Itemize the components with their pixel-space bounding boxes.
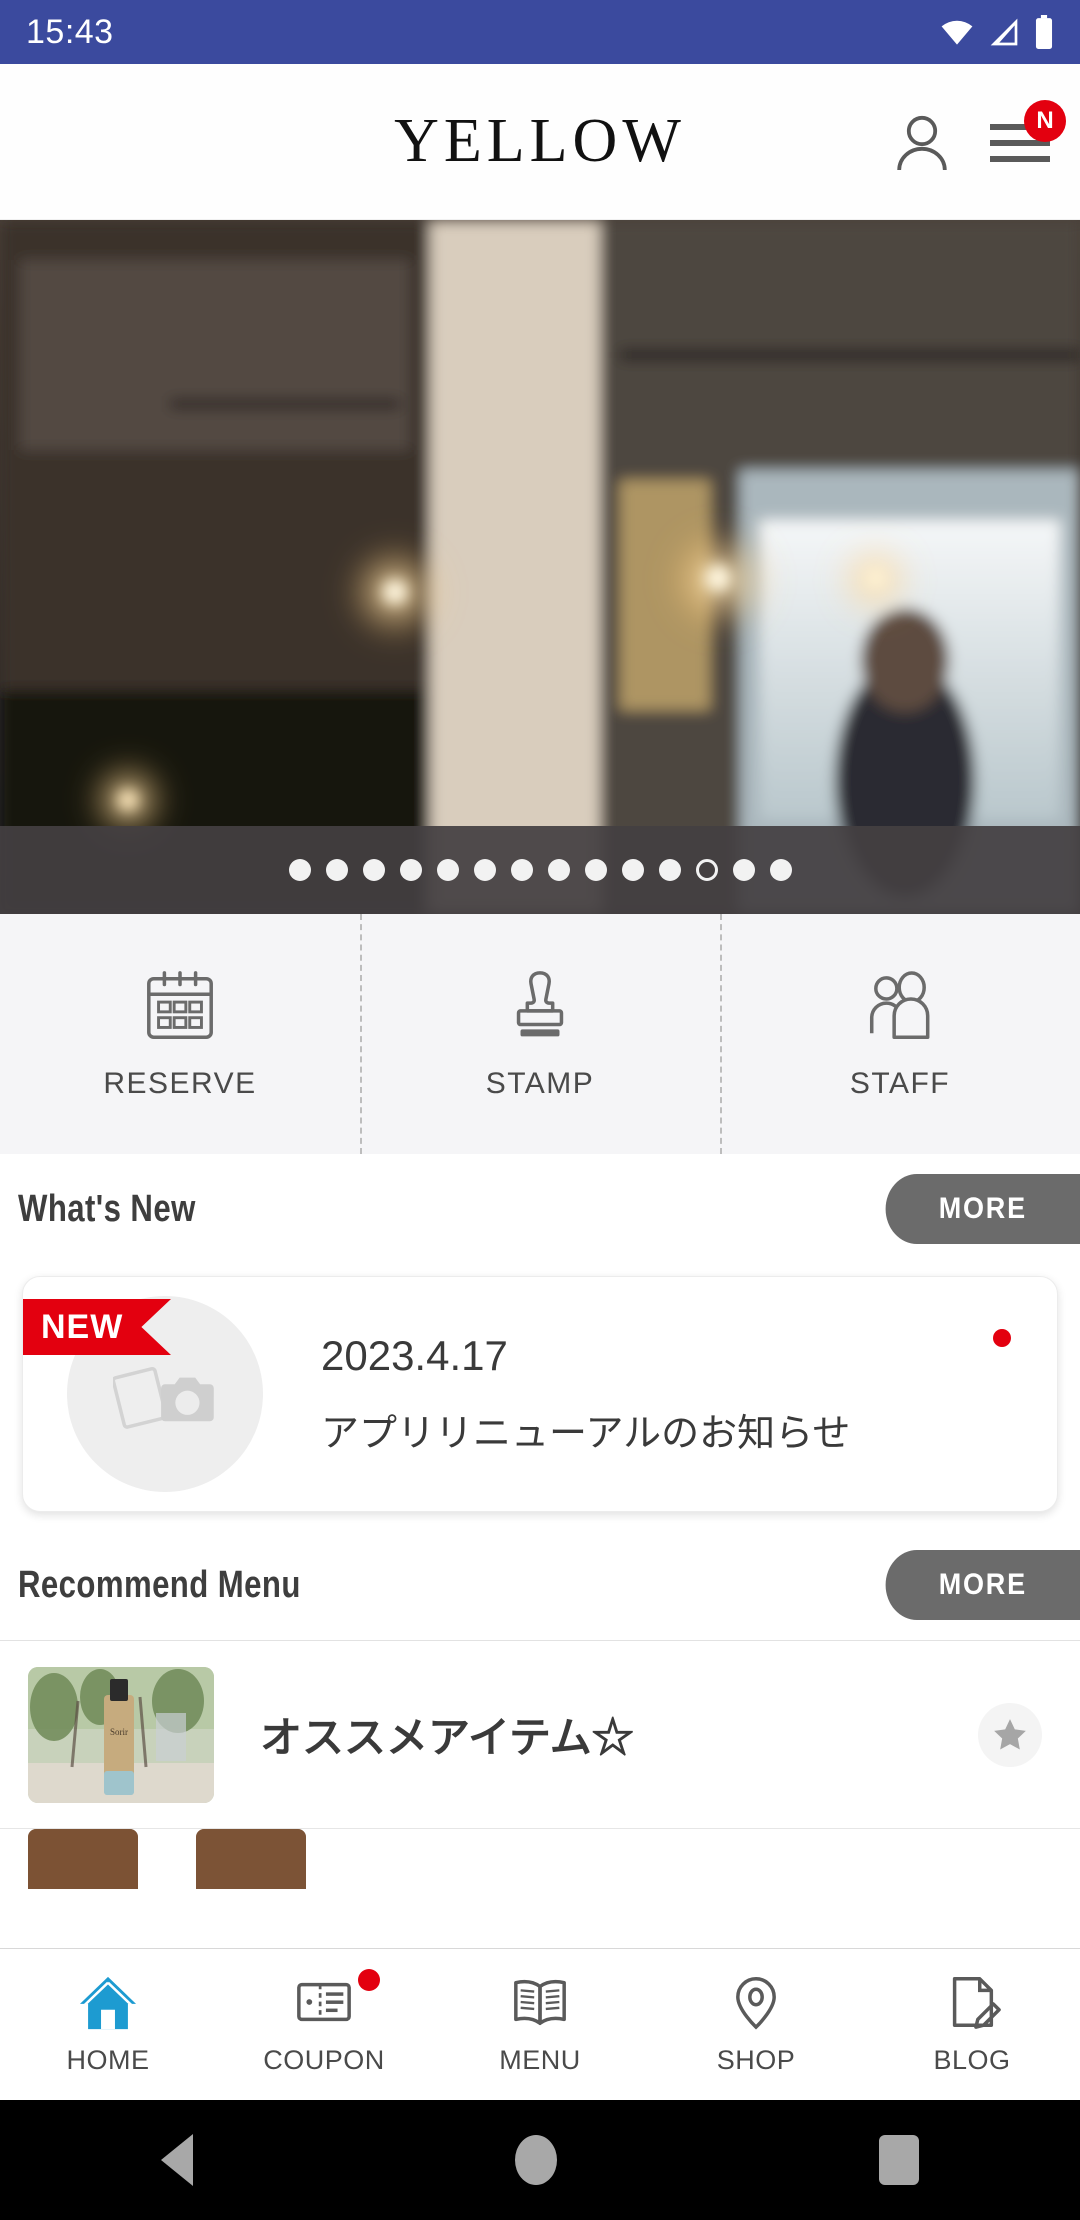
whats-new-header: What's New MORE bbox=[0, 1154, 1080, 1264]
carousel-dot[interactable] bbox=[399, 859, 422, 881]
carousel-dot[interactable] bbox=[436, 859, 459, 881]
nav-label: BLOG bbox=[933, 2045, 1011, 2075]
carousel-dot[interactable] bbox=[362, 859, 385, 881]
header-actions: N bbox=[894, 99, 1066, 172]
recents-square-icon[interactable] bbox=[879, 2135, 919, 2185]
carousel-dot[interactable] bbox=[732, 859, 755, 881]
nav-label: COUPON bbox=[263, 2045, 385, 2075]
hair-style-photo bbox=[196, 1829, 306, 1889]
carousel-indicator[interactable] bbox=[0, 826, 1080, 914]
person-icon bbox=[897, 115, 947, 170]
svg-text:Sorir: Sorir bbox=[110, 1727, 128, 1737]
quick-action-stamp[interactable]: STAMP bbox=[360, 914, 720, 1154]
carousel-dot[interactable] bbox=[658, 859, 681, 881]
nav-item-shop[interactable]: SHOP bbox=[648, 1949, 864, 2100]
home-circle-icon[interactable] bbox=[515, 2135, 557, 2185]
coupon-icon bbox=[297, 1982, 351, 2022]
status-time: 15:43 bbox=[26, 12, 114, 51]
nav-item-blog[interactable]: BLOG bbox=[864, 1949, 1080, 2100]
menu-list-item-partial[interactable] bbox=[0, 1829, 1080, 1889]
recommend-menu-more-button[interactable]: MORE bbox=[885, 1550, 1080, 1620]
whats-new-more-button[interactable]: MORE bbox=[885, 1174, 1080, 1244]
favorite-button[interactable] bbox=[978, 1702, 1042, 1767]
coupon-badge bbox=[358, 1969, 380, 1991]
news-card[interactable]: NEW 2023.4.17 アプリリニューアルのお知らせ bbox=[22, 1276, 1058, 1512]
carousel-dot[interactable] bbox=[510, 859, 533, 881]
carousel-dot-active[interactable] bbox=[695, 859, 718, 881]
people-icon bbox=[869, 971, 930, 1039]
news-unread-dot bbox=[993, 1329, 1011, 1347]
news-text: 2023.4.17 アプリリニューアルのお知らせ bbox=[321, 1332, 850, 1457]
document-pen-icon bbox=[952, 1977, 1001, 2029]
home-icon bbox=[79, 1976, 137, 2030]
battery-icon bbox=[1035, 15, 1053, 49]
carousel-dot[interactable] bbox=[325, 859, 348, 881]
nav-item-home[interactable]: HOME bbox=[0, 1949, 216, 2100]
nav-label: HOME bbox=[66, 2045, 150, 2075]
quick-action-label: STAFF bbox=[849, 1067, 951, 1100]
quick-action-label: STAMP bbox=[485, 1067, 595, 1100]
nav-item-coupon[interactable]: COUPON bbox=[216, 1949, 432, 2100]
status-icons bbox=[940, 15, 1054, 49]
carousel-dot[interactable] bbox=[288, 859, 311, 881]
whats-new-list: NEW 2023.4.17 アプリリニューアルのお知らせ bbox=[0, 1264, 1080, 1530]
app-header: YELLOW N bbox=[0, 64, 1080, 220]
android-navigation-bar bbox=[0, 2100, 1080, 2220]
hamburger-menu-button[interactable]: N bbox=[990, 99, 1066, 164]
hair-style-photo bbox=[28, 1829, 138, 1889]
cellular-signal-icon bbox=[990, 18, 1018, 46]
menu-list-item[interactable]: Sorir オススメアイテム☆ bbox=[0, 1641, 1080, 1829]
news-date: 2023.4.17 bbox=[321, 1331, 508, 1379]
app-root: 15:43 YELLOW N RESERVE STAMP STAFF What'… bbox=[0, 0, 1080, 2220]
nav-item-menu[interactable]: MENU bbox=[432, 1949, 648, 2100]
news-title: アプリリニューアルのお知らせ bbox=[321, 1412, 851, 1455]
hero-image bbox=[0, 220, 1080, 914]
menu-item-thumbnail: Sorir bbox=[28, 1666, 214, 1803]
quick-action-reserve[interactable]: RESERVE bbox=[0, 914, 360, 1154]
carousel-dot[interactable] bbox=[769, 859, 792, 881]
recommend-menu-list: Sorir オススメアイテム☆ bbox=[0, 1640, 1080, 1889]
hero-carousel[interactable] bbox=[0, 220, 1080, 914]
stamp-icon bbox=[516, 971, 564, 1037]
book-icon bbox=[514, 1979, 566, 2026]
menu-item-thumbnail bbox=[196, 1829, 306, 1889]
whats-new-title: What's New bbox=[18, 1187, 196, 1230]
star-icon bbox=[994, 1718, 1026, 1749]
nav-label: SHOP bbox=[716, 2045, 796, 2075]
calendar-icon bbox=[147, 971, 213, 1039]
recommend-menu-header: Recommend Menu MORE bbox=[0, 1530, 1080, 1640]
product-bottle-photo: Sorir bbox=[28, 1666, 214, 1803]
carousel-dot[interactable] bbox=[473, 859, 496, 881]
account-button[interactable] bbox=[894, 112, 950, 172]
recommend-menu-title: Recommend Menu bbox=[18, 1563, 301, 1606]
nav-label: MENU bbox=[499, 2045, 581, 2075]
menu-notification-badge: N bbox=[1024, 99, 1066, 142]
carousel-dot[interactable] bbox=[621, 859, 644, 881]
bottom-navigation: HOME COUPON MENU SHOP BLOG bbox=[0, 1948, 1080, 2100]
carousel-dot[interactable] bbox=[547, 859, 570, 881]
menu-item-thumbnail bbox=[28, 1829, 138, 1889]
photo-camera-placeholder-icon bbox=[113, 1366, 214, 1429]
quick-action-staff[interactable]: STAFF bbox=[720, 914, 1080, 1154]
carousel-dot[interactable] bbox=[584, 859, 607, 881]
wifi-icon bbox=[941, 20, 973, 45]
location-pin-icon bbox=[736, 1977, 776, 2030]
menu-item-name: オススメアイテム☆ bbox=[260, 1714, 634, 1761]
quick-actions: RESERVE STAMP STAFF bbox=[0, 914, 1080, 1154]
status-bar: 15:43 bbox=[0, 0, 1080, 64]
quick-action-label: RESERVE bbox=[103, 1067, 257, 1100]
back-triangle-icon[interactable] bbox=[161, 2134, 193, 2186]
